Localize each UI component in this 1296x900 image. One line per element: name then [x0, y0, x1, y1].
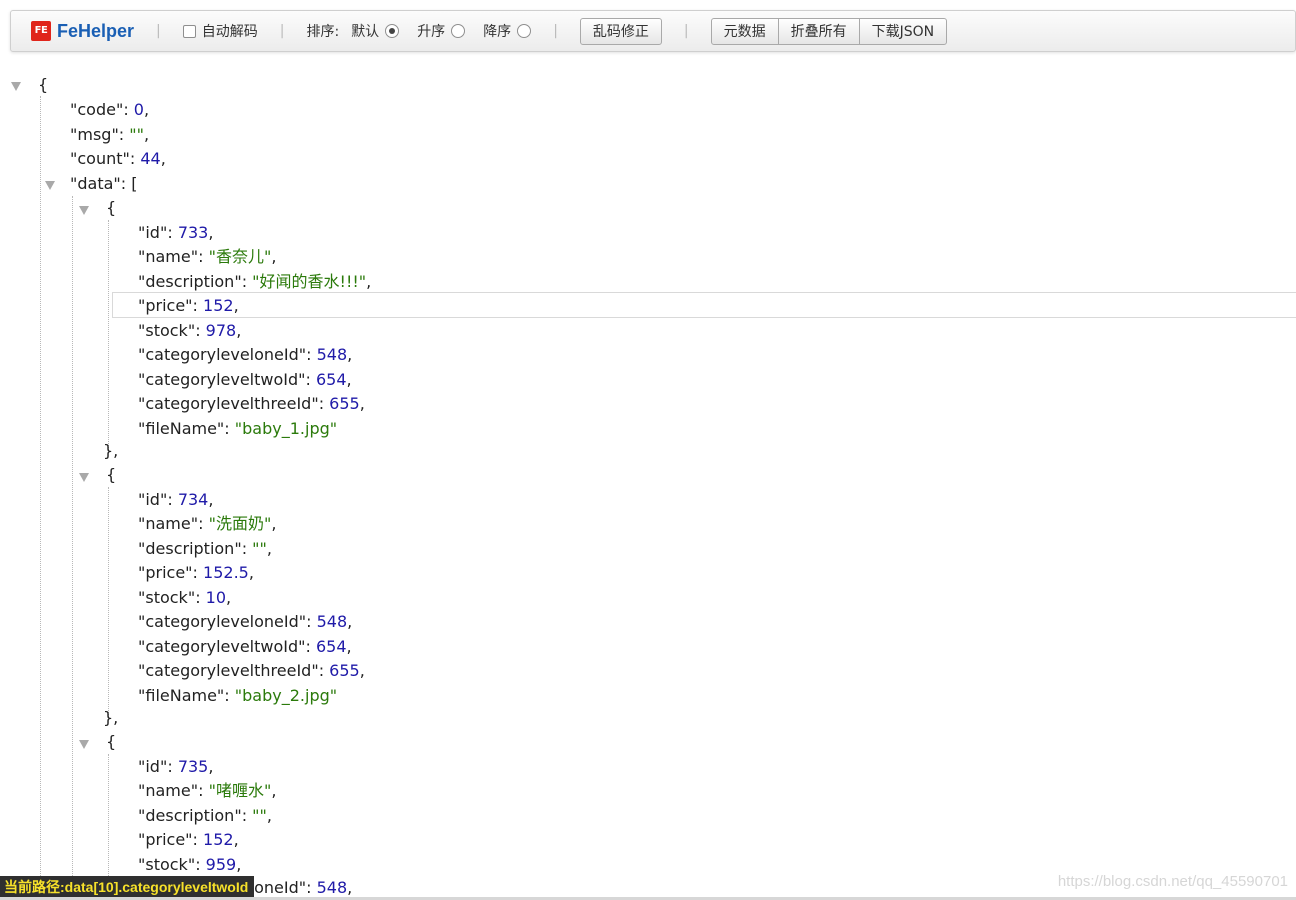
collapse-toggle-icon[interactable]: [79, 206, 89, 215]
json-line: "categoryleveloneId": 548,: [138, 612, 353, 631]
metadata-button[interactable]: 元数据: [710, 17, 779, 45]
collapse-toggle-icon[interactable]: [45, 181, 55, 190]
json-line: "code": 0,: [70, 100, 150, 119]
checkbox-icon[interactable]: [182, 24, 196, 38]
json-line: "price": 152,: [138, 296, 239, 315]
current-path-status: 当前路径:data[10].categoryleveltwoId: [0, 876, 255, 898]
auto-decode-checkbox[interactable]: 自动解码: [182, 21, 258, 41]
sort-label: 排序:: [306, 24, 340, 40]
json-line: "id": 735,: [138, 757, 214, 776]
sort-default-radio[interactable]: 默认: [351, 21, 400, 41]
collapse-toggle-icon[interactable]: [79, 473, 89, 482]
indent-guide: [108, 487, 109, 717]
brand: FE FeHelper: [31, 21, 134, 42]
toolbar: FE FeHelper | 自动解码 | 排序: 默认 升序 降序 | 乱码修正…: [10, 10, 1296, 52]
json-line: "stock": 10,: [138, 588, 232, 607]
current-path-value: data[10].categoryleveltwoId: [64, 879, 249, 895]
brand-name: FeHelper: [57, 20, 135, 41]
json-line: "description": "好闻的香水!!!",: [138, 272, 372, 291]
fix-garbled-button[interactable]: 乱码修正: [579, 17, 662, 45]
collapse-toggle-icon[interactable]: [79, 740, 89, 749]
json-line: "categoryleveloneId": 548,: [138, 345, 353, 364]
radio-checked-icon[interactable]: [385, 24, 400, 38]
sort-desc-radio[interactable]: 降序: [483, 21, 532, 41]
json-line: "fileName": "baby_2.jpg": [138, 686, 338, 705]
json-line: "name": "洗面奶",: [138, 514, 277, 533]
json-line: {: [38, 75, 49, 94]
json-line: "name": "啫喱水",: [138, 781, 277, 800]
json-line: "description": "",: [138, 806, 272, 825]
fehelper-logo-icon: FE: [31, 21, 51, 41]
json-line: {: [106, 465, 117, 484]
download-json-button[interactable]: 下载JSON: [858, 17, 948, 45]
json-line: "description": "",: [138, 539, 272, 558]
toolbar-separator: |: [279, 23, 285, 39]
sort-desc-label: 降序: [483, 24, 512, 40]
sort-asc-radio[interactable]: 升序: [417, 21, 466, 41]
json-line: },: [103, 441, 119, 460]
json-line: "categoryleveltwoId": 654,: [138, 637, 352, 656]
json-line: "id": 733,: [138, 223, 214, 242]
json-line: "categorylevelthreeId": 655,: [138, 661, 365, 680]
collapse-toggle-icon[interactable]: [11, 82, 21, 91]
json-line: "data": [: [70, 174, 138, 193]
json-line: "stock": 978,: [138, 321, 242, 340]
action-button-group: 元数据 折叠所有 下载JSON: [710, 17, 948, 45]
toolbar-separator: |: [156, 23, 161, 39]
json-line: {: [106, 732, 117, 751]
json-line: "categoryleveltwoId": 654,: [138, 370, 352, 389]
collapse-all-button[interactable]: 折叠所有: [777, 17, 860, 45]
json-line: "name": "香奈儿",: [138, 247, 277, 266]
json-line: "categorylevelthreeId": 655,: [138, 394, 365, 413]
json-line: "price": 152.5,: [138, 563, 254, 582]
current-path-label: 当前路径:: [4, 879, 65, 895]
sort-default-label: 默认: [351, 24, 380, 40]
json-line: },: [103, 708, 119, 727]
sort-asc-label: 升序: [417, 24, 446, 40]
toolbar-separator: |: [683, 23, 689, 39]
auto-decode-label: 自动解码: [201, 24, 258, 40]
json-line: "stock": 959,: [138, 855, 242, 874]
indent-guide: [40, 96, 41, 900]
toolbar-separator: |: [553, 23, 558, 39]
json-line: "fileName": "baby_1.jpg": [138, 419, 338, 438]
radio-unchecked-icon[interactable]: [517, 24, 532, 38]
watermark: https://blog.csdn.net/qq_45590701: [1057, 873, 1288, 890]
hovered-row-highlight: [112, 292, 1296, 318]
json-line: "msg": "",: [70, 125, 150, 144]
json-line: "count": 44,: [70, 149, 166, 168]
json-line: {: [106, 198, 117, 217]
json-line: "id": 734,: [138, 490, 214, 509]
indent-guide: [72, 196, 73, 900]
radio-unchecked-icon[interactable]: [451, 24, 466, 38]
indent-guide: [108, 220, 109, 450]
json-line: "price": 152,: [138, 830, 239, 849]
